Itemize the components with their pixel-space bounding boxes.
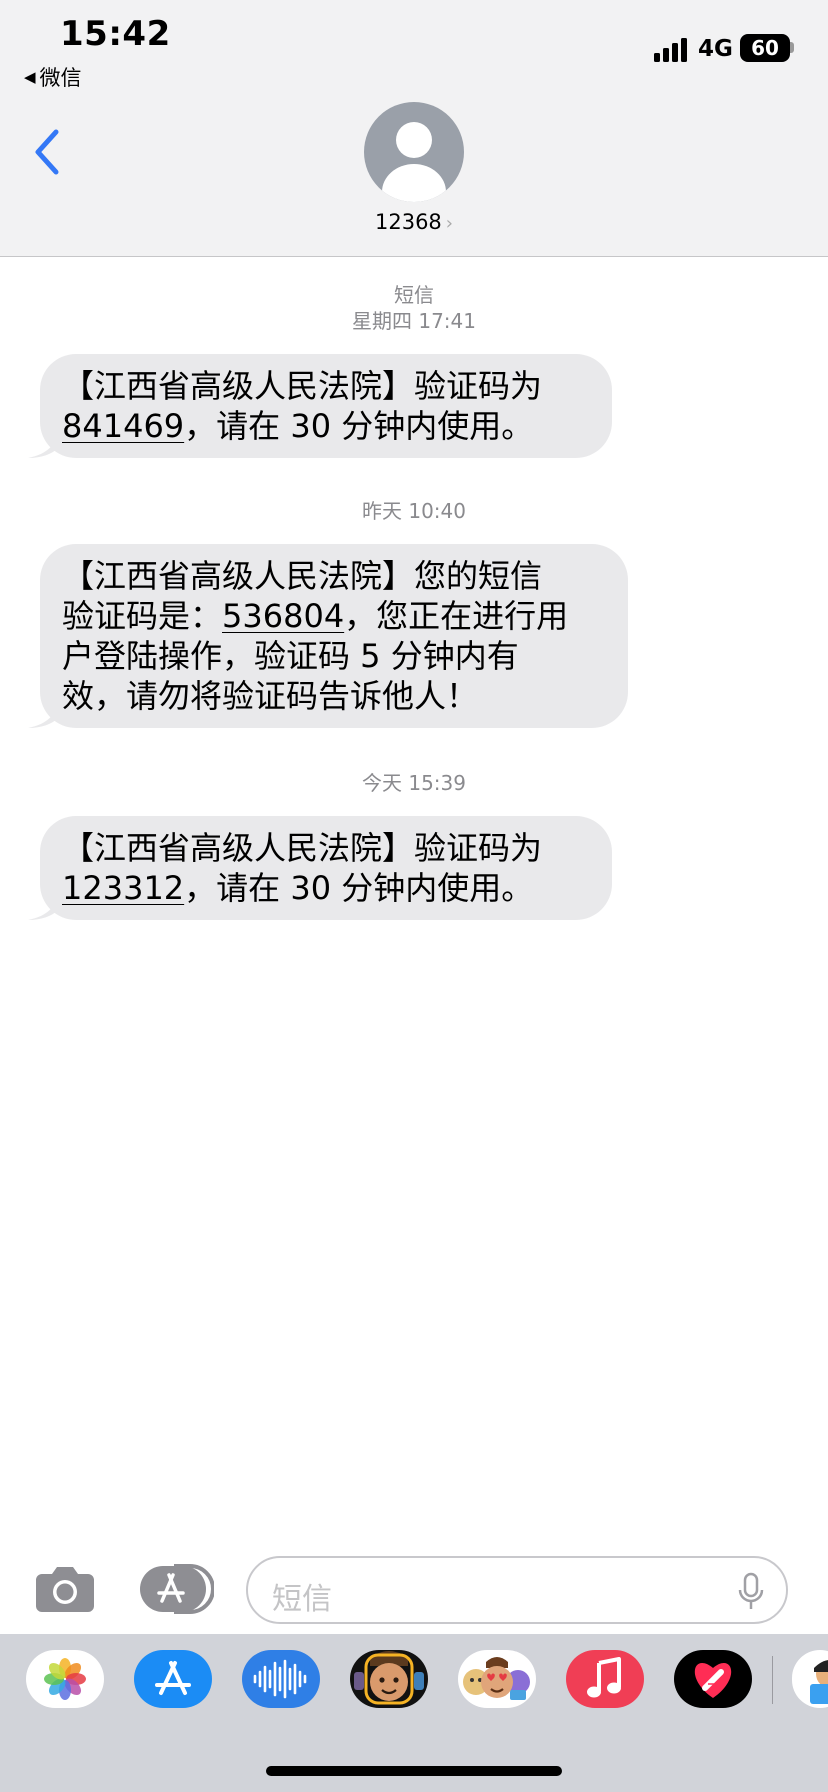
timestamp: 今天 15:39 <box>362 771 466 795</box>
verification-code-link[interactable]: 123312 <box>62 869 184 907</box>
app-store-toggle-icon[interactable] <box>138 1564 214 1614</box>
app-store-icon[interactable] <box>134 1650 212 1708</box>
message-input-placeholder: 短信 <box>272 1582 332 1617</box>
back-to-app-link[interactable]: ◀ 微信 <box>24 62 82 92</box>
drawer-separator <box>772 1656 773 1704</box>
service-label: 短信 <box>394 283 434 307</box>
back-chevron-icon[interactable] <box>28 126 68 178</box>
back-app-label: 微信 <box>39 66 82 90</box>
microphone-icon[interactable] <box>738 1572 764 1612</box>
message-text: ，您正在进行用 <box>344 597 569 635</box>
verification-code-link[interactable]: 536804 <box>222 597 344 635</box>
message-line: 123312，请在 30 分钟内使用。 <box>62 868 590 908</box>
home-indicator[interactable] <box>266 1766 562 1776</box>
cellular-signal-icon <box>654 38 687 62</box>
photos-icon[interactable] <box>26 1650 104 1708</box>
timestamp: 昨天 10:40 <box>362 499 466 523</box>
battery-cap <box>790 42 794 53</box>
message-line: 【江西省高级人民法院】验证码为 <box>62 829 543 867</box>
message-line: 效，请勿将验证码告诉他人！ <box>62 677 479 715</box>
back-triangle-icon: ◀ <box>24 68 36 86</box>
contact-number: 12368 <box>374 210 442 234</box>
timestamp: 星期四 17:41 <box>352 309 476 333</box>
message-line: 【江西省高级人民法院】验证码为 <box>62 367 543 405</box>
message-text: ，请在 30 分钟内使用。 <box>184 869 534 907</box>
bubble-tail <box>28 432 58 458</box>
message-input[interactable]: 短信 <box>246 1556 788 1624</box>
message-bubble[interactable]: 【江西省高级人民法院】您的短信 验证码是：536804，您正在进行用 户登陆操作… <box>28 544 628 728</box>
memoji-icon[interactable] <box>350 1650 428 1708</box>
message-text: 验证码是： <box>62 597 223 635</box>
message-bubble[interactable]: 【江西省高级人民法院】验证码为 123312，请在 30 分钟内使用。 <box>28 816 612 920</box>
status-time: 15:42 <box>60 14 171 54</box>
message-bubble[interactable]: 【江西省高级人民法院】验证码为 841469，请在 30 分钟内使用。 <box>28 354 612 458</box>
chevron-right-icon: › <box>445 213 453 234</box>
audio-waveform-icon[interactable] <box>242 1650 320 1708</box>
battery-icon: 60 <box>740 34 790 62</box>
avatar-body <box>382 164 446 202</box>
digital-touch-icon[interactable] <box>674 1650 752 1708</box>
message-line: 验证码是：536804，您正在进行用 <box>62 596 606 636</box>
network-type: 4G <box>698 36 733 62</box>
camera-icon[interactable] <box>34 1564 96 1614</box>
avatar-head <box>396 122 432 158</box>
message-line: 【江西省高级人民法院】您的短信 <box>62 557 543 595</box>
bubble-tail <box>28 894 58 920</box>
message-line: 841469，请在 30 分钟内使用。 <box>62 406 590 446</box>
bubble-tail <box>28 702 58 728</box>
conversation-header: 15:42 ◀ 微信 4G 60 12368 › <box>0 0 828 257</box>
animoji-icon[interactable] <box>458 1650 536 1708</box>
message-text: ，请在 30 分钟内使用。 <box>184 407 534 445</box>
battery-level: 60 <box>751 36 779 60</box>
message-line: 户登陆操作，验证码 5 分钟内有 <box>62 637 519 675</box>
partial-app-icon[interactable] <box>792 1650 828 1708</box>
contact-name[interactable]: 12368 › <box>0 210 828 234</box>
music-icon[interactable] <box>566 1650 644 1708</box>
contact-avatar[interactable] <box>364 102 464 202</box>
verification-code-link[interactable]: 841469 <box>62 407 184 445</box>
